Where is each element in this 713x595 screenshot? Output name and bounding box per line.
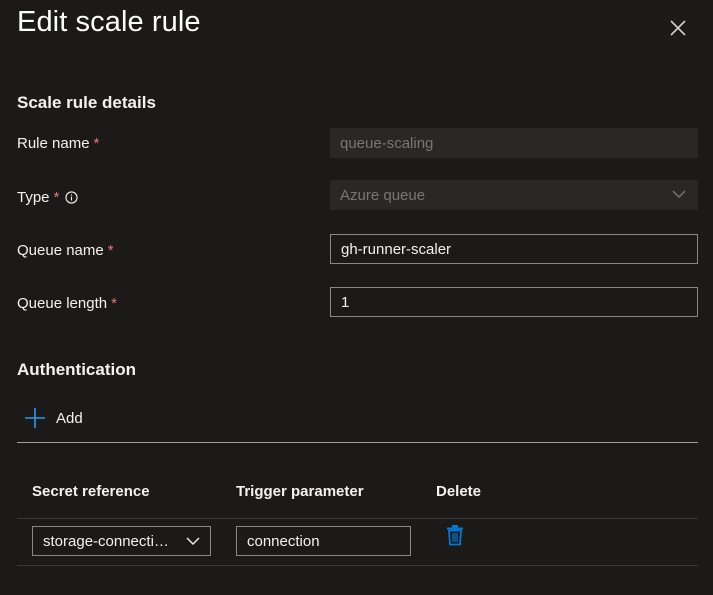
queue-name-value: gh-runner-scaler <box>341 240 452 258</box>
auth-divider <box>17 442 698 443</box>
required-marker: * <box>53 188 60 206</box>
details-section-title: Scale rule details <box>17 93 156 112</box>
panel-title: Edit scale rule <box>17 6 201 38</box>
queue-length-value: 1 <box>341 293 350 311</box>
trash-icon[interactable] <box>446 524 464 546</box>
add-button-label: Add <box>56 409 83 427</box>
required-marker: * <box>111 294 117 312</box>
queue-length-label: Queue length * <box>17 293 117 313</box>
table-row-divider <box>17 565 698 566</box>
trigger-parameter-value: connection <box>247 532 320 550</box>
close-icon[interactable] <box>666 16 690 40</box>
column-header-secret-reference: Secret reference <box>32 483 150 500</box>
column-header-delete: Delete <box>436 483 482 500</box>
queue-name-label-text: Queue name <box>17 241 104 259</box>
secret-reference-value: storage-connection-string <box>43 532 175 550</box>
type-label: Type * <box>17 187 79 207</box>
edit-scale-rule-panel: Edit scale rule Scale rule details Rule … <box>0 0 713 595</box>
type-dropdown: Azure queue <box>330 180 698 210</box>
chevron-down-icon <box>672 190 686 198</box>
chevron-down-icon <box>186 537 200 545</box>
rule-name-label-text: Rule name <box>17 134 90 152</box>
rule-name-value: queue-scaling <box>340 134 434 152</box>
queue-name-label: Queue name * <box>17 240 114 260</box>
type-label-text: Type <box>17 188 50 206</box>
type-value: Azure queue <box>340 186 426 204</box>
rule-name-field: queue-scaling <box>330 128 698 158</box>
trigger-parameter-input[interactable]: connection <box>236 526 411 556</box>
rule-name-label: Rule name * <box>17 133 99 153</box>
queue-length-label-text: Queue length <box>17 294 108 312</box>
info-icon[interactable] <box>65 190 79 204</box>
authentication-section-title: Authentication <box>17 360 136 379</box>
add-secret-button[interactable]: Add <box>24 405 83 431</box>
plus-icon <box>25 408 45 428</box>
table-header-divider <box>17 518 698 519</box>
queue-name-input[interactable]: gh-runner-scaler <box>330 234 698 264</box>
column-header-trigger-parameter: Trigger parameter <box>236 483 364 500</box>
required-marker: * <box>93 134 100 152</box>
secret-reference-dropdown[interactable]: storage-connection-string <box>32 526 211 556</box>
required-marker: * <box>107 241 114 259</box>
queue-length-input[interactable]: 1 <box>330 287 698 317</box>
